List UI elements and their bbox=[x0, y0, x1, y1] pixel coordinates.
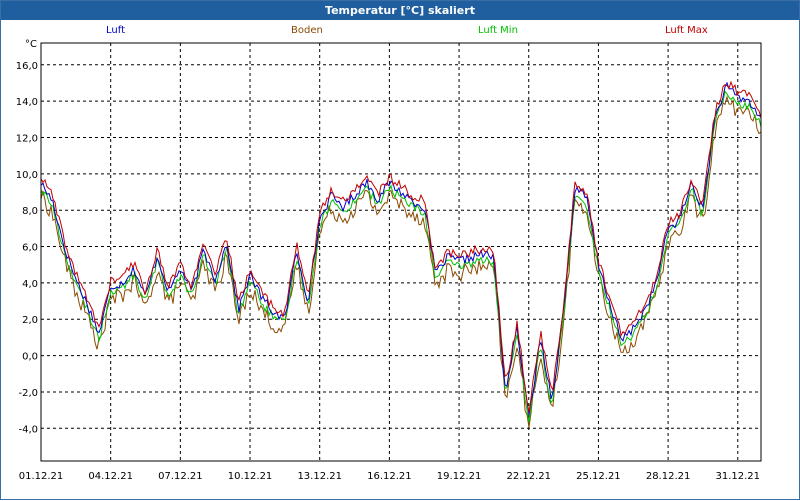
x-tick-label: 01.12.21 bbox=[19, 471, 64, 482]
x-tick-label: 22.12.21 bbox=[506, 471, 551, 482]
y-tick-label: -4,0 bbox=[18, 424, 38, 435]
x-tick-label: 10.12.21 bbox=[228, 471, 273, 482]
y-tick-label: -2,0 bbox=[18, 388, 38, 399]
series-line-luft-min bbox=[40, 90, 762, 423]
y-tick-label: 6,0 bbox=[22, 243, 38, 254]
series-line-luft-max bbox=[40, 80, 762, 413]
y-tick-label: 4,0 bbox=[22, 279, 38, 290]
y-tick-label: 0,0 bbox=[22, 352, 38, 363]
y-tick-label: 10,0 bbox=[16, 170, 38, 181]
grid-lines bbox=[41, 43, 761, 461]
series-line-boden bbox=[40, 95, 762, 428]
y-tick-label: 14,0 bbox=[16, 97, 38, 108]
temperature-chart: -4,0 -2,0 0,0 2,0 4,0 6,0 8,0 10,0 12,0 14,0 16,0 0… bbox=[16, 42, 762, 482]
x-tick-label: 16.12.21 bbox=[367, 471, 412, 482]
y-tick-label: 8,0 bbox=[22, 206, 38, 217]
series-lines bbox=[40, 80, 762, 428]
x-tick-label: 31.12.21 bbox=[716, 471, 761, 482]
plot-frame bbox=[40, 42, 762, 462]
x-tick-label: 19.12.21 bbox=[437, 471, 482, 482]
axis-labels: -4,0 -2,0 0,0 2,0 4,0 6,0 8,0 10,0 12,0 14,0 16,0 0… bbox=[16, 61, 760, 482]
y-tick-label: 12,0 bbox=[16, 134, 38, 145]
x-tick-label: 28.12.21 bbox=[646, 471, 691, 482]
x-tick-label: 04.12.21 bbox=[88, 471, 133, 482]
chart-window: Temperatur [°C] skaliert Luft Boden Luft… bbox=[0, 0, 800, 500]
series-line-luft bbox=[40, 81, 762, 416]
x-tick-label: 07.12.21 bbox=[158, 471, 203, 482]
y-tick-label: 16,0 bbox=[16, 61, 38, 72]
x-tick-label: 13.12.21 bbox=[297, 471, 342, 482]
y-tick-label: 2,0 bbox=[22, 315, 38, 326]
x-tick-label: 25.12.21 bbox=[576, 471, 621, 482]
